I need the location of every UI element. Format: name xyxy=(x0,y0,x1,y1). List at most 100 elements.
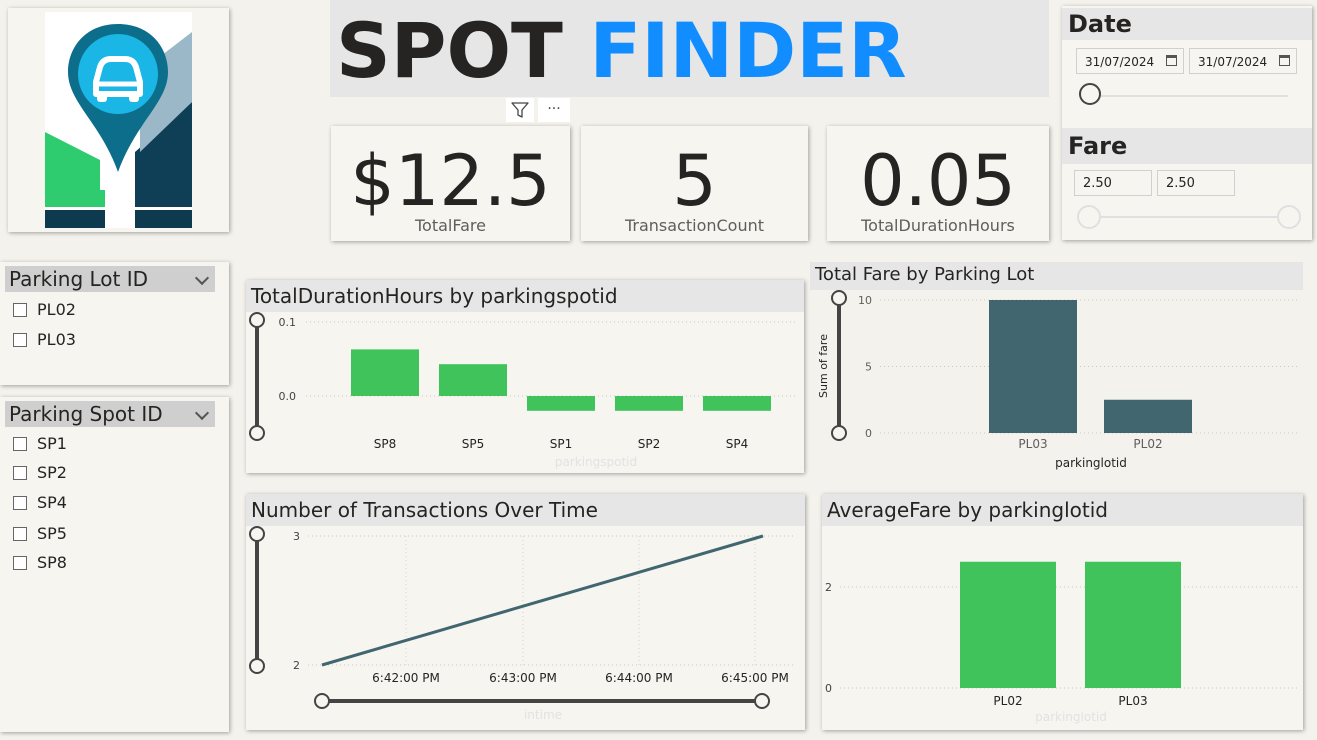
transactions-chart-svg: 3 2 6:42:00 PM 6:43:00 PM 6:44:00 PM 6:45:00 … xyxy=(249,526,796,722)
y-tick-label: 5 xyxy=(865,361,872,374)
bar-pl03 xyxy=(989,300,1077,433)
zoom-slider-handle[interactable] xyxy=(754,693,770,709)
x-tick-label: PL02 xyxy=(993,694,1022,708)
spot-option-sp1[interactable]: SP1 xyxy=(13,434,67,454)
checkbox[interactable] xyxy=(13,527,27,541)
spot-option-sp5[interactable]: SP5 xyxy=(13,524,67,544)
zoom-slider-handle[interactable] xyxy=(831,425,847,441)
date-slicer-title: Date xyxy=(1062,8,1312,40)
parking-spot-slicer: Parking Spot ID SP1 SP2 SP4 SP5 SP8 xyxy=(0,397,229,732)
y-tick-label: 3 xyxy=(293,530,300,543)
chevron-down-icon[interactable] xyxy=(194,405,210,421)
logo-card xyxy=(8,8,229,232)
date-end-value: 31/07/2024 xyxy=(1198,55,1268,69)
fare-slider-track[interactable] xyxy=(1090,216,1288,218)
x-axis-title: parkinglotid xyxy=(1055,456,1127,470)
spot-option-label: SP5 xyxy=(37,524,67,543)
y-tick-label: 0 xyxy=(825,682,832,695)
transactions-chart-card: Number of Transactions Over Time 3 2 6:42:… xyxy=(246,494,805,730)
kpi-transaction-count: 5 TransactionCount xyxy=(581,126,808,241)
bar-sp1 xyxy=(527,396,595,411)
x-tick-label: 6:43:00 PM xyxy=(489,671,557,685)
lot-option-label: PL03 xyxy=(37,330,76,349)
filter-icon xyxy=(511,102,529,118)
zoom-slider-handle[interactable] xyxy=(831,290,847,306)
date-slider-handle[interactable] xyxy=(1079,83,1101,105)
chevron-down-icon[interactable] xyxy=(194,270,210,286)
y-axis-title: Sum of fare xyxy=(817,334,830,398)
x-axis-title: intime xyxy=(524,708,562,722)
date-end-input[interactable]: 31/07/2024 xyxy=(1189,48,1297,74)
x-tick-label: SP1 xyxy=(550,437,573,451)
car-location-pin-icon xyxy=(45,12,192,228)
transactions-chart-title: Number of Transactions Over Time xyxy=(246,494,805,526)
x-tick-label: PL02 xyxy=(1133,437,1162,451)
duration-chart-card: TotalDurationHours by parkingspotid 0.1 0… xyxy=(246,280,804,473)
kpi-label: TotalDurationHours xyxy=(861,216,1015,235)
lot-option-label: PL02 xyxy=(37,300,76,319)
parking-lot-slicer-header[interactable]: Parking Lot ID xyxy=(5,266,215,292)
spot-option-label: SP1 xyxy=(37,434,67,453)
lot-option-pl03[interactable]: PL03 xyxy=(13,330,76,350)
zoom-slider-handle[interactable] xyxy=(249,658,265,674)
kpi-label: TransactionCount xyxy=(624,216,765,235)
avg-fare-chart-svg: 2 0 PL02 PL03 parkinglotid xyxy=(825,561,1297,724)
spot-option-label: SP8 xyxy=(37,553,67,572)
filter-button[interactable] xyxy=(506,98,534,122)
y-tick-label: 2 xyxy=(825,581,832,594)
zoom-slider-handle[interactable] xyxy=(249,425,265,441)
x-tick-label: 6:44:00 PM xyxy=(605,671,673,685)
checkbox[interactable] xyxy=(13,466,27,480)
bar-pl02 xyxy=(1104,399,1192,433)
calendar-icon[interactable] xyxy=(1279,55,1290,66)
checkbox[interactable] xyxy=(13,437,27,451)
fare-slider-max-handle[interactable] xyxy=(1277,205,1301,229)
y-tick-label: 0.0 xyxy=(279,390,297,403)
y-tick-label: 0.1 xyxy=(279,316,297,329)
lot-option-pl02[interactable]: PL02 xyxy=(13,300,76,320)
bar-sp5 xyxy=(439,364,507,396)
date-slider-track[interactable] xyxy=(1092,95,1288,97)
fare-min-input[interactable]: 2.50 xyxy=(1074,170,1152,196)
x-tick-label: SP5 xyxy=(462,437,485,451)
kpi-label: TotalFare xyxy=(415,216,486,235)
checkbox[interactable] xyxy=(13,303,27,317)
more-options-icon: ··· xyxy=(547,101,561,117)
checkbox[interactable] xyxy=(13,496,27,510)
bar-sp4 xyxy=(703,396,771,411)
x-tick-label: PL03 xyxy=(1018,437,1047,451)
x-axis-title: parkingspotid xyxy=(555,455,637,469)
x-tick-label: SP2 xyxy=(638,437,661,451)
parking-spot-slicer-header[interactable]: Parking Spot ID xyxy=(5,401,215,427)
zoom-slider-handle[interactable] xyxy=(249,526,265,542)
fare-max-value: 2.50 xyxy=(1166,176,1195,191)
fare-by-lot-card: Total Fare by Parking Lot 10 5 0 PL03 PL02 pa… xyxy=(810,262,1307,477)
fare-by-lot-title: Total Fare by Parking Lot xyxy=(810,262,1303,290)
more-options-button[interactable]: ··· xyxy=(538,98,570,122)
fare-slicer-title: Fare xyxy=(1062,128,1312,164)
fare-max-input[interactable]: 2.50 xyxy=(1157,170,1235,196)
duration-chart-svg: 0.1 0.0 SP8 SP5 SP1 SP2 SP4 parkingspotid xyxy=(249,312,796,469)
kpi-value: 0.05 xyxy=(860,140,1016,222)
kpi-total-duration: 0.05 TotalDurationHours xyxy=(827,126,1049,241)
y-tick-label: 0 xyxy=(865,427,872,440)
spot-option-sp2[interactable]: SP2 xyxy=(13,463,67,483)
zoom-slider-handle[interactable] xyxy=(249,312,265,328)
calendar-icon[interactable] xyxy=(1166,55,1177,66)
fare-min-value: 2.50 xyxy=(1083,176,1112,191)
bar-sp2 xyxy=(615,396,683,411)
checkbox[interactable] xyxy=(13,556,27,570)
spot-option-sp8[interactable]: SP8 xyxy=(13,553,67,573)
zoom-slider-handle[interactable] xyxy=(314,693,330,709)
x-tick-label: 6:45:00 PM xyxy=(721,671,789,685)
x-tick-label: 6:42:00 PM xyxy=(372,671,440,685)
avg-fare-chart-title: AverageFare by parkinglotid xyxy=(822,494,1303,526)
date-start-input[interactable]: 31/07/2024 xyxy=(1076,48,1184,74)
fare-slider-min-handle[interactable] xyxy=(1077,205,1101,229)
bar-pl03 xyxy=(1085,561,1181,688)
checkbox[interactable] xyxy=(13,333,27,347)
spot-option-sp4[interactable]: SP4 xyxy=(13,493,67,513)
parking-spot-slicer-title: Parking Spot ID xyxy=(9,402,163,426)
kpi-value: 5 xyxy=(672,140,717,222)
y-tick-label: 2 xyxy=(293,659,300,672)
